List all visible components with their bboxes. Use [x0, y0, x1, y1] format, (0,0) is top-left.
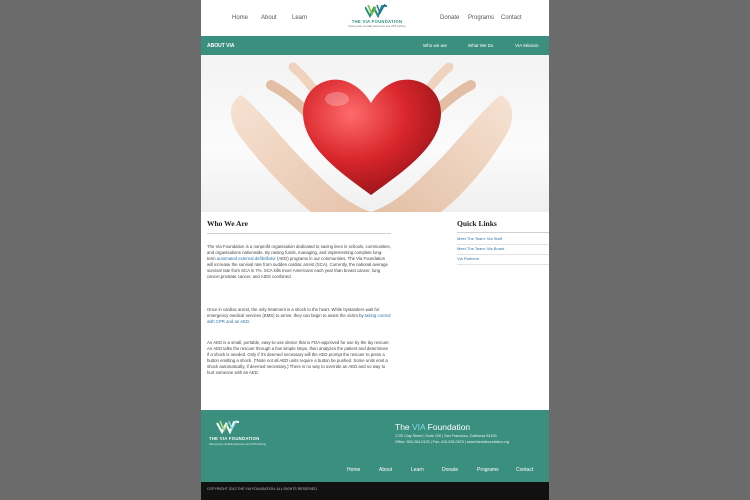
main-heading-block: Who We Are — [207, 219, 391, 228]
paragraph-aed: An AED is a small, portable, easy-to-use… — [207, 340, 390, 376]
footer-nav-learn[interactable]: Learn — [411, 467, 424, 473]
paragraph-treatment-text-b: . — [249, 319, 251, 325]
footer-nav-programs[interactable]: Programs — [477, 467, 499, 473]
footer-title-b: Foundation — [425, 422, 471, 432]
logo-tagline: Saving lives via AED placement and CPR t… — [348, 25, 406, 28]
footer-nav-about[interactable]: About — [379, 467, 392, 473]
subnav-mission-link[interactable]: VIA Mission — [515, 43, 539, 48]
quick-links-heading: Quick Links — [457, 219, 497, 228]
quick-link-board[interactable]: Meet The Team: Via Board — [457, 246, 549, 255]
hands-holding-heart-image — [231, 62, 513, 212]
footer-logo-tagline: Saving lives via AED placement and CPR t… — [209, 443, 266, 446]
subnav-what-we-do-link[interactable]: What We Do — [468, 43, 493, 48]
nav-home-link[interactable]: Home — [232, 15, 248, 21]
footer-contact: Office: 800-284-0125 | Fax: 415-226-0675… — [395, 440, 509, 444]
page: Home About Learn THE VIA FOUNDATION Savi… — [201, 0, 549, 500]
quick-links-heading-block: Quick Links — [457, 219, 549, 228]
site-logo[interactable]: THE VIA FOUNDATION Saving lives via AED … — [347, 4, 407, 32]
copyright-bar: COPYRIGHT 2013 THE VIA FOUNDATION. ALL R… — [201, 482, 549, 500]
paragraph-treatment-text-a: Once in cardiac arrest, the only treatme… — [207, 307, 380, 319]
footer-address: 1725 Clay Street | Suite 100 | San Franc… — [395, 434, 497, 438]
aed-link[interactable]: automated external defibrillator — [217, 256, 276, 261]
quick-links-divider — [457, 232, 549, 233]
subnav-who-we-are-link[interactable]: Who we are — [423, 43, 447, 48]
nav-contact-link[interactable]: Contact — [501, 15, 522, 21]
quick-link-staff[interactable]: Meet The Team: Via Staff — [457, 236, 549, 245]
heading-divider — [207, 233, 391, 234]
nav-about-link[interactable]: About — [261, 15, 277, 21]
paragraph-intro: The Via Foundation is a nonprofit organi… — [207, 244, 391, 281]
quick-link-partners[interactable]: Via Partners — [457, 256, 549, 265]
logo-name: THE VIA FOUNDATION — [351, 19, 403, 24]
section-title: ABOUT VIA — [207, 43, 235, 49]
copyright-text: COPYRIGHT 2013 THE VIA FOUNDATION. ALL R… — [207, 487, 318, 491]
footer-nav-home[interactable]: Home — [347, 467, 360, 473]
hero-image — [201, 55, 549, 212]
footer-title: The VIA Foundation — [395, 422, 470, 432]
footer-title-a: The — [395, 422, 413, 432]
top-nav: Home About Learn THE VIA FOUNDATION Savi… — [201, 0, 549, 36]
page-heading: Who We Are — [207, 219, 248, 228]
footer-logo-mark-icon — [216, 420, 239, 434]
footer-logo-name: THE VIA FOUNDATION — [209, 436, 260, 441]
footer-nav-contact[interactable]: Contact — [516, 467, 533, 473]
nav-learn-link[interactable]: Learn — [292, 15, 307, 21]
nav-programs-link[interactable]: Programs — [468, 15, 494, 21]
nav-donate-link[interactable]: Donate — [440, 15, 459, 21]
footer-title-via: VIA — [412, 422, 426, 432]
section-subnav: ABOUT VIA Who we are What We Do VIA Miss… — [201, 36, 549, 55]
footer-logo[interactable]: THE VIA FOUNDATION Saving lives via AED … — [209, 420, 273, 452]
paragraph-treatment: Once in cardiac arrest, the only treatme… — [207, 307, 391, 325]
logo-mark-icon — [365, 4, 387, 18]
footer-nav-donate[interactable]: Donate — [442, 467, 458, 473]
